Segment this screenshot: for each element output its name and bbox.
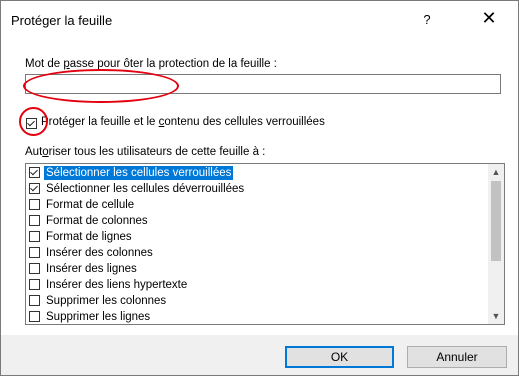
list-item-checkbox[interactable]: [29, 183, 40, 194]
scroll-thumb[interactable]: [491, 181, 501, 261]
list-item[interactable]: Insérer des colonnes: [26, 245, 489, 261]
ok-button[interactable]: OK: [285, 346, 394, 368]
list-item[interactable]: Format de lignes: [26, 229, 489, 245]
list-item-label: Format de lignes: [46, 231, 132, 243]
list-item-label: Sélectionner les cellules verrouillées: [44, 166, 234, 180]
list-item-checkbox[interactable]: [29, 247, 40, 258]
list-item-label: Format de cellule: [46, 199, 135, 211]
scroll-down-arrow-icon[interactable]: ▼: [488, 308, 504, 324]
password-label: Mot de passe pour ôter la protection de …: [25, 58, 277, 70]
allow-users-label: Autoriser tous les utilisateurs de cette…: [25, 146, 266, 158]
permissions-listbox[interactable]: Sélectionner les cellules verrouillées Sé…: [25, 163, 505, 325]
list-item-label: Supprimer les lignes: [46, 311, 151, 323]
list-item-label: Insérer des lignes: [46, 263, 137, 275]
protect-sheet-checkbox[interactable]: [26, 118, 37, 129]
list-item-checkbox[interactable]: [29, 263, 40, 274]
cancel-button[interactable]: Annuler: [407, 346, 507, 368]
list-item-checkbox[interactable]: [29, 231, 40, 242]
list-item-label: Supprimer les colonnes: [46, 295, 167, 307]
list-item-label: Insérer des liens hypertexte: [46, 279, 188, 291]
list-item[interactable]: Sélectionner les cellules verrouillées: [26, 165, 489, 181]
list-item[interactable]: Supprimer les lignes: [26, 309, 489, 324]
list-item[interactable]: Format de cellule: [26, 197, 489, 213]
close-button[interactable]: ✕: [479, 8, 499, 29]
list-item[interactable]: Format de colonnes: [26, 213, 489, 229]
list-item-checkbox[interactable]: [29, 199, 40, 210]
list-item-checkbox[interactable]: [29, 167, 40, 178]
list-item-label: Insérer des colonnes: [46, 247, 153, 259]
scroll-up-arrow-icon[interactable]: ▲: [488, 164, 504, 180]
list-item-label: Format de colonnes: [46, 215, 148, 227]
list-item-checkbox[interactable]: [29, 295, 40, 306]
list-item-checkbox[interactable]: [29, 279, 40, 290]
list-item[interactable]: Sélectionner les cellules déverrouillées: [26, 181, 489, 197]
title-bar: Protéger la feuille ? ✕: [1, 1, 518, 37]
list-item-label: Sélectionner les cellules déverrouillées: [46, 183, 245, 195]
list-item[interactable]: Insérer des liens hypertexte: [26, 277, 489, 293]
protect-sheet-label[interactable]: Protéger la feuille et le contenu des ce…: [41, 116, 325, 128]
listbox-scrollbar[interactable]: ▲ ▼: [488, 164, 504, 324]
list-item-checkbox[interactable]: [29, 215, 40, 226]
protect-sheet-dialog: Protéger la feuille ? ✕ Mot de passe pou…: [0, 0, 519, 376]
dialog-title: Protéger la feuille: [11, 13, 113, 28]
list-item-checkbox[interactable]: [29, 311, 40, 322]
help-button[interactable]: ?: [419, 12, 435, 27]
password-input[interactable]: [25, 74, 501, 94]
list-item[interactable]: Supprimer les colonnes: [26, 293, 489, 309]
list-item[interactable]: Insérer des lignes: [26, 261, 489, 277]
